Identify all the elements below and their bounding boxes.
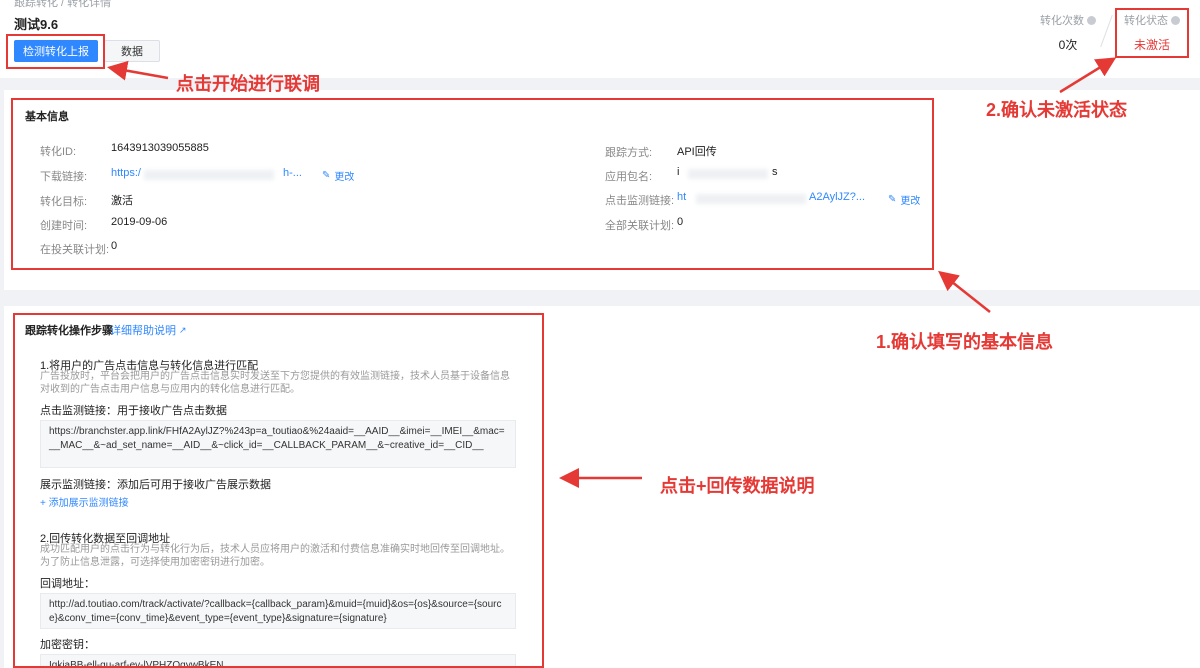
conversion-count-stat: 转化次数 0次 (1036, 12, 1100, 53)
annotation-box-steps (13, 313, 544, 668)
data-button[interactable]: 数据 (104, 40, 160, 62)
annotation-confirm-status: 2.确认未激活状态 (986, 100, 1128, 120)
annotation-box-detect-button (6, 34, 105, 69)
annotation-box-status (1115, 8, 1189, 58)
annotation-click-start: 点击开始进行联调 (176, 74, 320, 94)
header-card: 跟踪转化 / 转化详情 测试9.6 检测转化上报 数据 转化次数 0次 转化状态… (0, 0, 1200, 78)
divider (1100, 14, 1113, 48)
annotation-box-basic-info (11, 98, 934, 270)
annotation-confirm-info: 1.确认填写的基本信息 (876, 332, 1054, 352)
annotation-click-plus: 点击+回传数据说明 (660, 476, 815, 496)
conversion-count-label: 转化次数 (1040, 15, 1084, 27)
help-icon[interactable] (1087, 15, 1096, 25)
conversion-count-value: 0次 (1058, 38, 1078, 52)
breadcrumb[interactable]: 跟踪转化 / 转化详情 (14, 0, 111, 10)
page-title: 测试9.6 (14, 17, 59, 32)
page: 跟踪转化 / 转化详情 测试9.6 检测转化上报 数据 转化次数 0次 转化状态… (0, 0, 1200, 668)
